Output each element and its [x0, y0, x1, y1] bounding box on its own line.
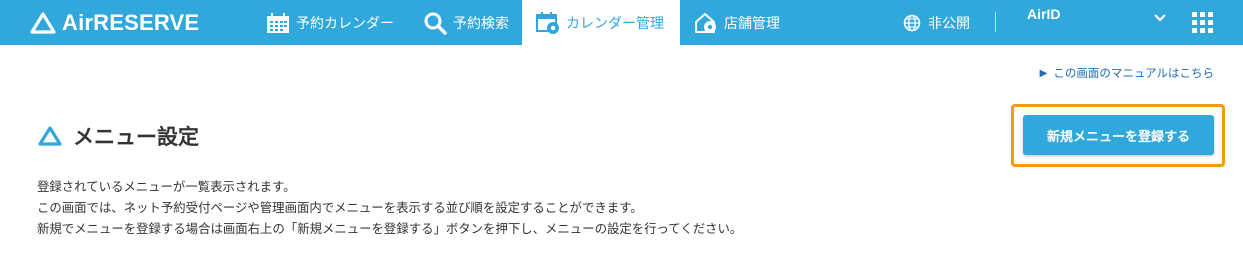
page-title: メニュー設定 [37, 121, 199, 151]
logo-triangle-icon [30, 12, 56, 34]
nav-calendar-management[interactable]: カレンダー管理 [522, 0, 680, 45]
account-menu[interactable]: AirID [1027, 6, 1060, 22]
header-divider [995, 12, 996, 32]
globe-icon [903, 14, 921, 32]
publish-status-label: 非公開 [928, 15, 970, 32]
calendar-gear-icon [536, 11, 560, 35]
page-description: 登録されているメニューが一覧表示されます。 この画面では、ネット予約受付ページや… [37, 176, 742, 239]
nav-reservation-search[interactable]: 予約検索 [423, 0, 509, 45]
description-line: この画面では、ネット予約受付ページや管理画面内でメニューを表示する並び順を設定す… [37, 200, 643, 215]
app-grid-icon[interactable] [1192, 12, 1213, 33]
nav-label: カレンダー管理 [566, 15, 664, 32]
publish-status-toggle[interactable]: 非公開 [903, 0, 970, 45]
top-navigation-bar: AirRESERVE 予約カレンダー 予約検索 カレンダー管理 店舗管理 非公開… [0, 0, 1243, 45]
nav-reservation-calendar[interactable]: 予約カレンダー [266, 0, 394, 45]
description-line: 登録されているメニューが一覧表示されます。 [37, 179, 296, 194]
chevron-down-icon[interactable] [1153, 8, 1167, 27]
calendar-icon [266, 12, 290, 34]
logo-text: AirRESERVE [62, 10, 200, 35]
airreserve-logo[interactable]: AirRESERVE [30, 9, 199, 37]
manual-link[interactable]: ▶ この画面のマニュアルはこちら [1040, 65, 1214, 81]
play-triangle-icon: ▶ [1039, 67, 1048, 79]
store-gear-icon [694, 11, 718, 35]
title-triangle-icon [37, 125, 63, 147]
nav-label: 予約検索 [453, 15, 509, 32]
page-title-text: メニュー設定 [73, 125, 199, 149]
manual-link-label: この画面のマニュアルはこちら [1053, 66, 1214, 80]
register-button-highlight: 新規メニューを登録する [1011, 104, 1225, 167]
search-icon [423, 11, 447, 35]
nav-store-management[interactable]: 店舗管理 [694, 0, 780, 45]
nav-label: 予約カレンダー [296, 15, 394, 32]
description-line: 新規でメニューを登録する場合は画面右上の「新規メニューを登録する」ボタンを押下し… [37, 221, 743, 236]
register-new-menu-button[interactable]: 新規メニューを登録する [1023, 115, 1214, 155]
nav-label: 店舗管理 [724, 15, 780, 32]
